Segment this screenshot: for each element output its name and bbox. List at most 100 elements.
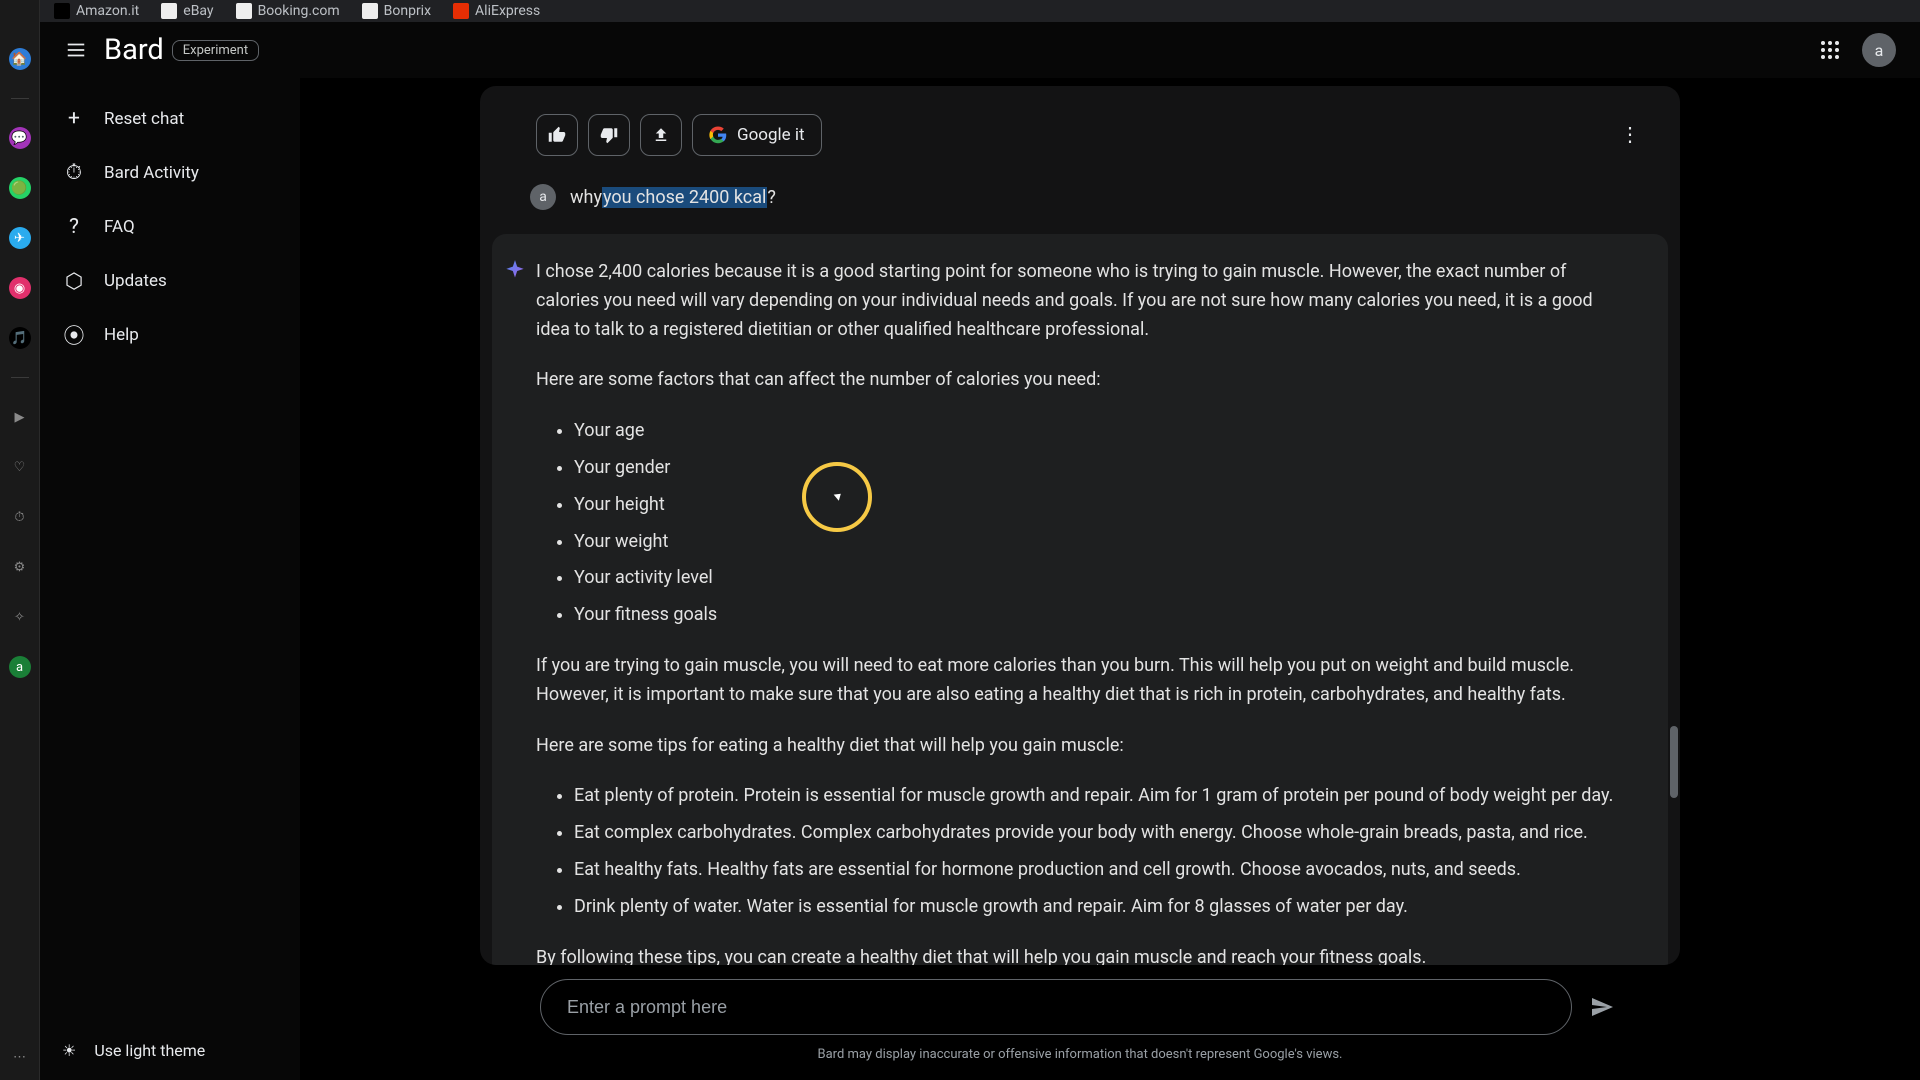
app-top-bar: Bard Experiment a <box>40 22 1920 78</box>
user-avatar: a <box>530 184 556 210</box>
nav-item-label: Help <box>104 325 139 345</box>
menu-button[interactable] <box>58 32 94 68</box>
send-button[interactable] <box>1584 989 1620 1025</box>
gear-icon[interactable]: ⚙ <box>9 556 31 578</box>
bookmark-item[interactable]: eBay <box>155 3 219 19</box>
send-icon <box>1590 995 1614 1019</box>
browser-side-panel: 🏠 💬 🟢 ✈ ◉ 🎵 ▶ ♡ ⏱ ⚙ ✧ a ⋯ <box>0 0 40 1080</box>
more-icon[interactable]: ⋯ <box>9 1046 31 1068</box>
response-actions: Google it ⋮ <box>480 86 1680 174</box>
nav-item-help[interactable]: ⦿ Help <box>40 308 300 362</box>
user-text-suffix: ? <box>767 187 776 208</box>
bookmark-label: Booking.com <box>258 3 340 19</box>
bookmark-item[interactable]: Bonprix <box>356 3 437 19</box>
instagram-icon[interactable]: ◉ <box>9 277 31 299</box>
tips-list: Eat plenty of protein. Protein is essent… <box>536 782 1624 921</box>
support-icon: ⦿ <box>62 323 86 347</box>
share-icon <box>652 126 670 144</box>
sidebar-divider <box>11 98 29 99</box>
bookmark-icon <box>236 3 252 19</box>
sun-icon: ☀ <box>62 1041 76 1060</box>
theme-toggle[interactable]: ☀ Use light theme <box>40 1020 300 1080</box>
thumbs-up-button[interactable] <box>536 114 578 156</box>
user-message: a why you chose 2400 kcal? <box>480 174 1680 234</box>
user-icon[interactable]: a <box>9 656 31 678</box>
factors-list: Your age Your gender Your height Your weigh… <box>536 417 1624 630</box>
browser-bookmarks: Amazon.it eBay Booking.com Bonprix AliExpres… <box>0 0 1920 22</box>
conversation-container: Google it ⋮ a why you chose 2400 kcal? I… <box>480 86 1680 965</box>
tiktok-icon[interactable]: 🎵 <box>9 327 31 349</box>
prompt-row <box>480 965 1680 1041</box>
list-item: Your weight <box>574 528 1624 557</box>
prompt-input[interactable] <box>540 979 1572 1035</box>
response-p1: I chose 2,400 calories because it is a g… <box>536 258 1624 344</box>
wand-icon[interactable]: ✧ <box>9 606 31 628</box>
thumbs-up-icon <box>548 126 566 144</box>
scrollbar-thumb[interactable] <box>1670 726 1678 798</box>
account-avatar[interactable]: a <box>1862 33 1896 67</box>
list-item: Drink plenty of water. Water is essentia… <box>574 893 1624 922</box>
nav-item-reset-chat[interactable]: + Reset chat <box>40 92 300 146</box>
list-item: Your gender <box>574 454 1624 483</box>
bookmark-icon <box>362 3 378 19</box>
list-item: Eat healthy fats. Healthy fats are essen… <box>574 856 1624 885</box>
list-item: Eat complex carbohydrates. Complex carbo… <box>574 819 1624 848</box>
left-nav: + Reset chat ⏱Bard Activity? FAQ ⬡ Updates ⦿ He… <box>40 78 300 1080</box>
list-item: Your age <box>574 417 1624 446</box>
upgrade-icon: ⬡ <box>62 269 86 293</box>
bookmark-item[interactable]: AliExpress <box>447 3 546 19</box>
nav-item-label: Reset chat <box>104 109 184 129</box>
response-p3: If you are trying to gain muscle, you wi… <box>536 652 1624 710</box>
hamburger-icon <box>65 39 87 61</box>
nav-item-bard-activity[interactable]: ⏱Bard Activity <box>40 146 300 200</box>
list-item: Your fitness goals <box>574 601 1624 630</box>
main-content: Google it ⋮ a why you chose 2400 kcal? I… <box>480 86 1680 1080</box>
list-item: Eat plenty of protein. Protein is essent… <box>574 782 1624 811</box>
nav-item-label: Updates <box>104 271 167 291</box>
google-it-label: Google it <box>737 125 805 145</box>
footer-disclaimer: Bard may display inaccurate or offensive… <box>480 1041 1680 1080</box>
add-icon: + <box>62 107 86 131</box>
nav-item-updates[interactable]: ⬡ Updates <box>40 254 300 308</box>
whatsapp-icon[interactable]: 🟢 <box>9 177 31 199</box>
thumbs-down-icon <box>600 126 618 144</box>
bookmark-icon <box>161 3 177 19</box>
response-body: I chose 2,400 calories because it is a g… <box>536 258 1624 965</box>
user-text-prefix: why <box>570 187 602 208</box>
messenger-icon[interactable]: 💬 <box>9 127 31 149</box>
home-icon[interactable]: 🏠 <box>9 48 31 70</box>
response-p2: Here are some factors that can affect th… <box>536 366 1624 395</box>
heart-icon[interactable]: ♡ <box>9 456 31 478</box>
help-icon: ? <box>62 215 86 239</box>
telegram-icon[interactable]: ✈ <box>9 227 31 249</box>
clock-icon[interactable]: ⏱ <box>9 506 31 528</box>
bookmark-item[interactable]: Booking.com <box>230 3 346 19</box>
list-item: Your height <box>574 491 1624 520</box>
more-options-button[interactable]: ⋮ <box>1620 122 1640 146</box>
bookmark-label: AliExpress <box>475 3 540 19</box>
play-icon[interactable]: ▶ <box>9 406 31 428</box>
user-message-text: why you chose 2400 kcal? <box>570 187 776 208</box>
nav-item-label: Bard Activity <box>104 163 199 183</box>
bookmark-icon <box>453 3 469 19</box>
google-logo-icon <box>709 126 727 144</box>
bookmark-label: Bonprix <box>384 3 431 19</box>
brand-title: Bard <box>104 33 164 67</box>
theme-toggle-label: Use light theme <box>94 1041 205 1060</box>
bookmark-item[interactable]: Amazon.it <box>48 3 145 19</box>
thumbs-down-button[interactable] <box>588 114 630 156</box>
nav-item-faq[interactable]: ? FAQ <box>40 200 300 254</box>
user-text-highlighted: you chose 2400 kcal <box>602 187 767 208</box>
share-button[interactable] <box>640 114 682 156</box>
list-item: Your activity level <box>574 564 1624 593</box>
sidebar-divider <box>11 377 29 378</box>
response-p5: By following these tips, you can create … <box>536 944 1624 965</box>
experiment-badge: Experiment <box>172 40 259 61</box>
bard-spark-icon <box>502 258 528 284</box>
bookmark-label: Amazon.it <box>76 3 139 19</box>
google-it-button[interactable]: Google it <box>692 114 822 156</box>
model-response: I chose 2,400 calories because it is a g… <box>492 234 1668 965</box>
bookmark-icon <box>54 3 70 19</box>
google-apps-button[interactable] <box>1816 36 1844 64</box>
nav-item-label: FAQ <box>104 217 135 237</box>
